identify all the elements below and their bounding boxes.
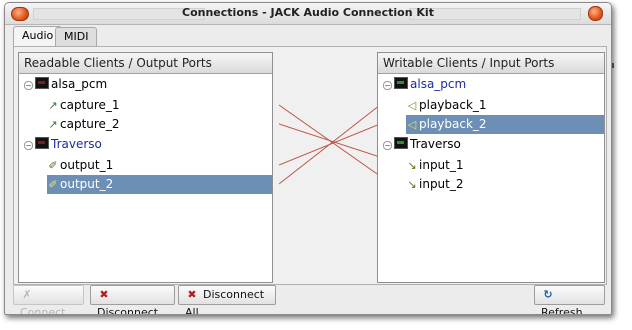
close-button[interactable] — [588, 6, 603, 21]
port-row-capture-2[interactable]: ↗ capture_2 — [47, 115, 272, 134]
client-label: alsa_pcm — [410, 77, 467, 91]
port-row-output-2-selected[interactable]: ✐ output_2 — [47, 175, 272, 194]
port-label: playback_1 — [419, 98, 487, 112]
minus-toggle-icon[interactable]: − — [24, 81, 33, 90]
minus-toggle-icon[interactable]: − — [383, 81, 392, 90]
client-row-traverso[interactable]: − Traverso — [19, 135, 272, 154]
port-label: output_2 — [60, 177, 114, 191]
plug-icon: ↘ — [407, 178, 417, 191]
port-row-output-1[interactable]: ✐ output_1 — [47, 156, 272, 175]
client-app-icon — [394, 137, 408, 149]
microphone-icon: ↗ — [48, 99, 58, 112]
connection-line-capture-2-input-1 — [279, 123, 380, 158]
client-label: alsa_pcm — [51, 77, 108, 91]
port-row-capture-1[interactable]: ↗ capture_1 — [47, 96, 272, 115]
speaker-icon: ◁ — [407, 99, 417, 112]
client-row-traverso[interactable]: − Traverso — [378, 135, 604, 154]
port-label: input_1 — [419, 158, 464, 172]
refresh-button[interactable]: ↻ Refresh — [534, 285, 605, 314]
output-panel-header: Readable Clients / Output Ports — [19, 53, 272, 74]
connection-line-output-2-playback-1 — [279, 104, 380, 185]
disconnect-all-icon: ✖ — [187, 288, 197, 301]
refresh-label: Refresh — [541, 306, 583, 315]
window-title: Connections - JACK Audio Connection Kit — [182, 6, 434, 19]
tab-midi[interactable]: MIDI — [55, 27, 98, 46]
minus-toggle-icon[interactable]: − — [24, 141, 33, 150]
port-row-playback-1[interactable]: ◁ playback_1 — [406, 96, 604, 115]
input-panel-header: Writable Clients / Input Ports — [378, 53, 604, 74]
button-bar: ✗ Connect ✖ Disconnect ✖ Disconnect All ↻ Re… — [13, 285, 605, 314]
connect-label: Connect — [20, 306, 66, 315]
client-row-alsa-pcm[interactable]: − alsa_pcm — [19, 75, 272, 94]
client-app-icon — [394, 77, 408, 89]
port-label: capture_2 — [60, 117, 120, 131]
client-label: Traverso — [410, 137, 461, 151]
client-app-icon — [35, 77, 49, 89]
port-label: output_1 — [60, 158, 114, 172]
minus-toggle-icon[interactable]: − — [383, 141, 392, 150]
speaker-icon: ◁ — [407, 118, 417, 131]
microphone-icon: ↗ — [48, 118, 58, 131]
port-label: playback_2 — [419, 117, 487, 131]
connect-icon: ✗ — [22, 288, 32, 301]
port-row-input-1[interactable]: ↘ input_1 — [406, 156, 604, 175]
port-label: input_2 — [419, 177, 464, 191]
disconnect-icon: ✖ — [99, 288, 109, 301]
desktop-edge-mark — [612, 63, 614, 68]
plug-icon: ✐ — [48, 178, 58, 191]
client-app-icon — [35, 137, 49, 149]
port-row-input-2[interactable]: ↘ input_2 — [406, 175, 604, 194]
disconnect-button[interactable]: ✖ Disconnect — [90, 285, 175, 314]
connection-lines — [279, 104, 380, 185]
plug-icon: ✐ — [48, 159, 58, 172]
disconnect-all-button[interactable]: ✖ Disconnect All — [178, 285, 276, 314]
client-label: Traverso — [51, 137, 102, 151]
output-ports-panel: Readable Clients / Output Ports − alsa_p… — [18, 52, 273, 283]
jack-connections-window: Connections - JACK Audio Connection Kit … — [4, 2, 612, 315]
refresh-icon: ↻ — [543, 288, 553, 301]
client-row-alsa-pcm[interactable]: − alsa_pcm — [378, 75, 604, 94]
plug-icon: ↘ — [407, 159, 417, 172]
disconnect-label: Disconnect — [97, 306, 159, 315]
input-ports-panel: Writable Clients / Input Ports − alsa_pc… — [377, 52, 605, 283]
tab-content: Readable Clients / Output Ports − alsa_p… — [13, 46, 607, 285]
title-bar: Connections - JACK Audio Connection Kit — [5, 3, 611, 25]
connect-button[interactable]: ✗ Connect — [13, 285, 84, 314]
port-label: capture_1 — [60, 98, 120, 112]
port-row-playback-2-selected[interactable]: ◁ playback_2 — [406, 115, 604, 134]
